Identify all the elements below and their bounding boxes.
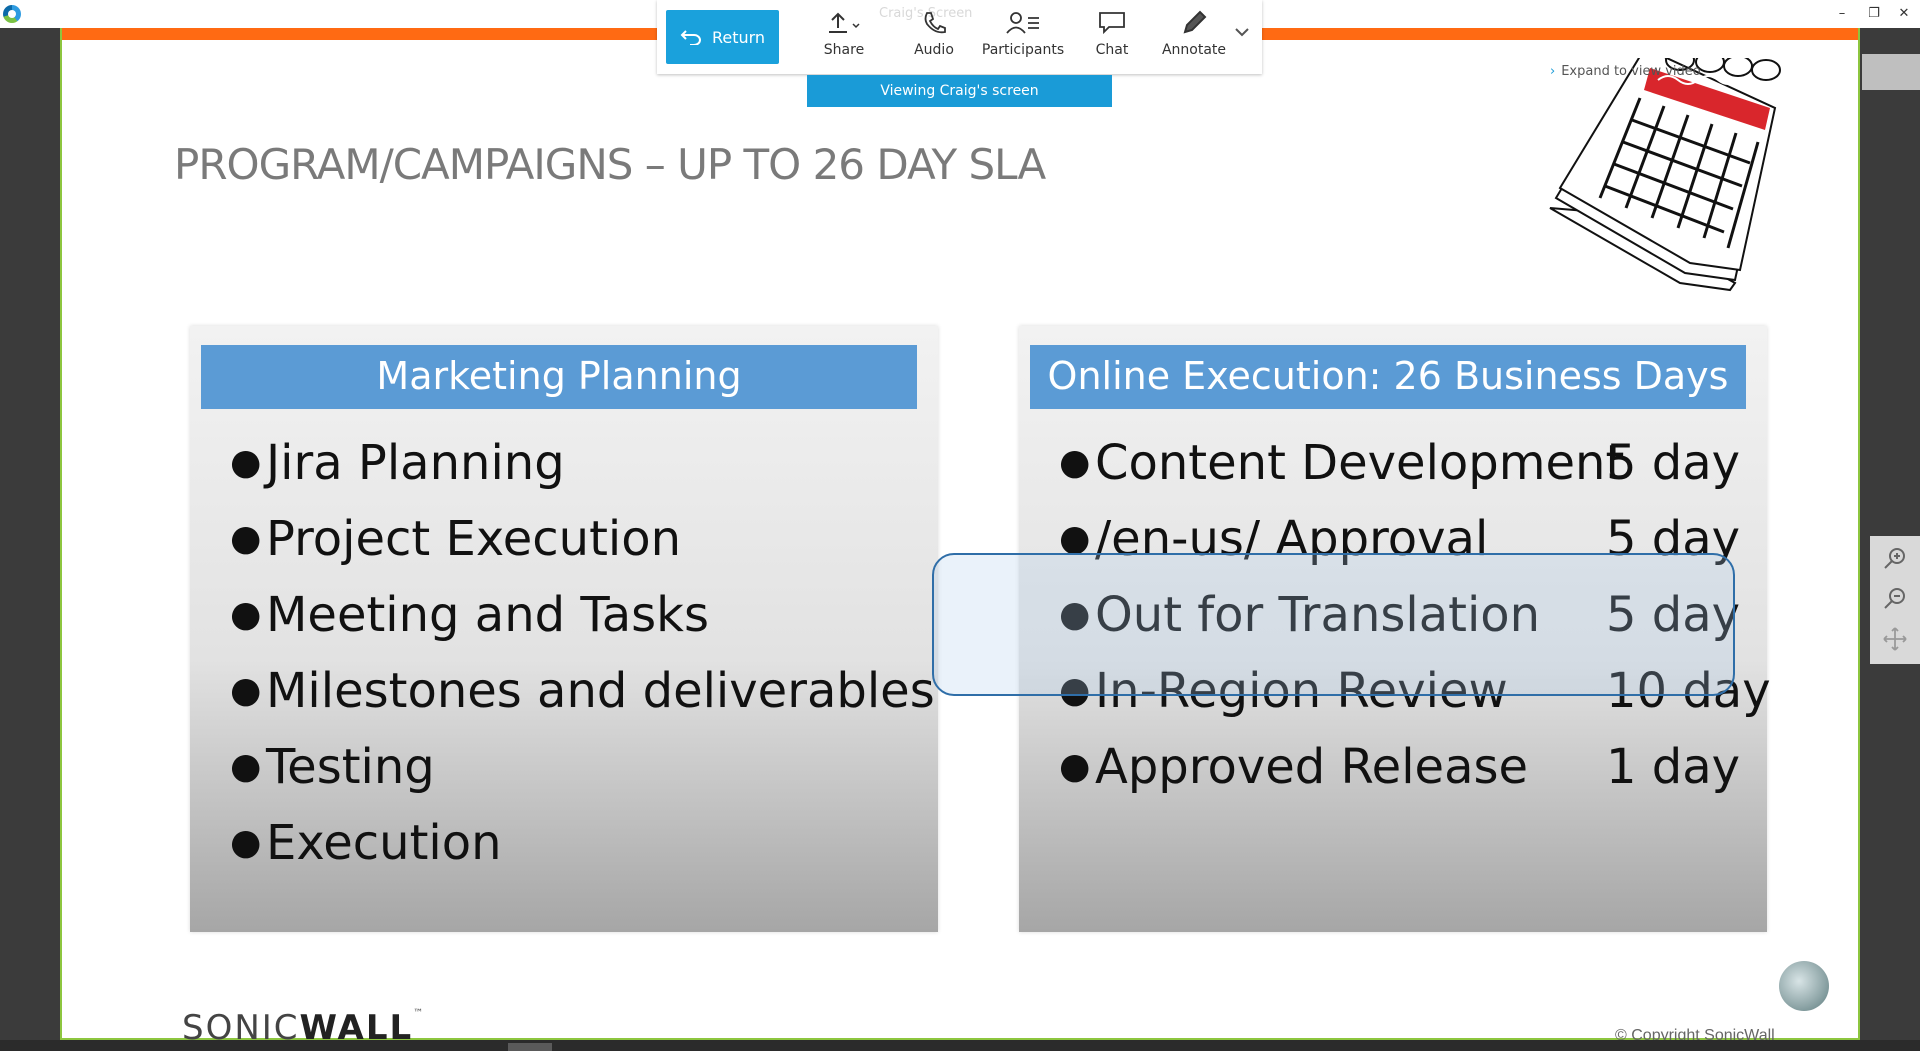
translation-review-highlight (932, 553, 1735, 696)
return-button[interactable]: Return (666, 10, 779, 64)
zoom-out-icon[interactable] (1882, 586, 1908, 612)
slide-title: PROGRAM/CAMPAIGNS – UP TO 26 DAY SLA (174, 140, 1046, 189)
phone-icon (924, 12, 946, 34)
participants-icon (1006, 12, 1039, 34)
audio-button[interactable]: Audio (889, 10, 979, 68)
bullet-icon: ● (230, 746, 262, 787)
bullet-icon: ● (230, 442, 262, 483)
pencil-icon (1183, 10, 1207, 34)
calendar-illustration-icon (1549, 58, 1781, 292)
meeting-toolbar: Craig's Screen Return Share Audio Partic… (657, 0, 1262, 74)
viewing-screen-banner: Viewing Craig's screen (807, 75, 1112, 107)
participants-button[interactable]: Participants (973, 10, 1073, 68)
bullet-icon: ● (230, 822, 262, 863)
zoom-controls (1870, 536, 1920, 664)
scrollbar-handle[interactable] (508, 1043, 552, 1051)
panel-header: Marketing Planning (201, 345, 917, 409)
bullet-icon: ● (1059, 442, 1091, 483)
video-panel-tab[interactable] (1862, 54, 1920, 90)
bottom-bar (0, 1040, 1920, 1051)
move-icon[interactable] (1882, 626, 1908, 652)
share-button[interactable]: Share (799, 10, 889, 68)
return-arrow-icon (680, 30, 701, 45)
bullet-icon: ● (230, 670, 262, 711)
marketing-planning-panel: Marketing Planning ● Jira Planning ● Proje… (190, 326, 938, 932)
expand-video-link[interactable]: › Expand to view video (1550, 64, 1701, 79)
chat-icon (1099, 12, 1125, 35)
app-logo-icon (3, 5, 21, 23)
panel-header: Online Execution: 26 Business Days (1030, 345, 1746, 409)
close-button[interactable]: ✕ (1891, 3, 1917, 25)
bullet-icon: ● (230, 518, 262, 559)
restore-button[interactable]: ❐ (1861, 3, 1887, 25)
bullet-icon: ● (230, 594, 262, 635)
chevron-down-icon[interactable] (1234, 26, 1250, 38)
chevron-right-icon: › (1550, 64, 1556, 79)
share-icon (829, 12, 860, 33)
bullet-icon: ● (1059, 746, 1091, 787)
floating-chat-bubble[interactable] (1779, 961, 1829, 1011)
minimize-button[interactable]: – (1829, 3, 1855, 25)
chat-button[interactable]: Chat (1074, 10, 1150, 68)
annotate-button[interactable]: Annotate (1150, 10, 1238, 68)
zoom-in-icon[interactable] (1882, 546, 1908, 572)
